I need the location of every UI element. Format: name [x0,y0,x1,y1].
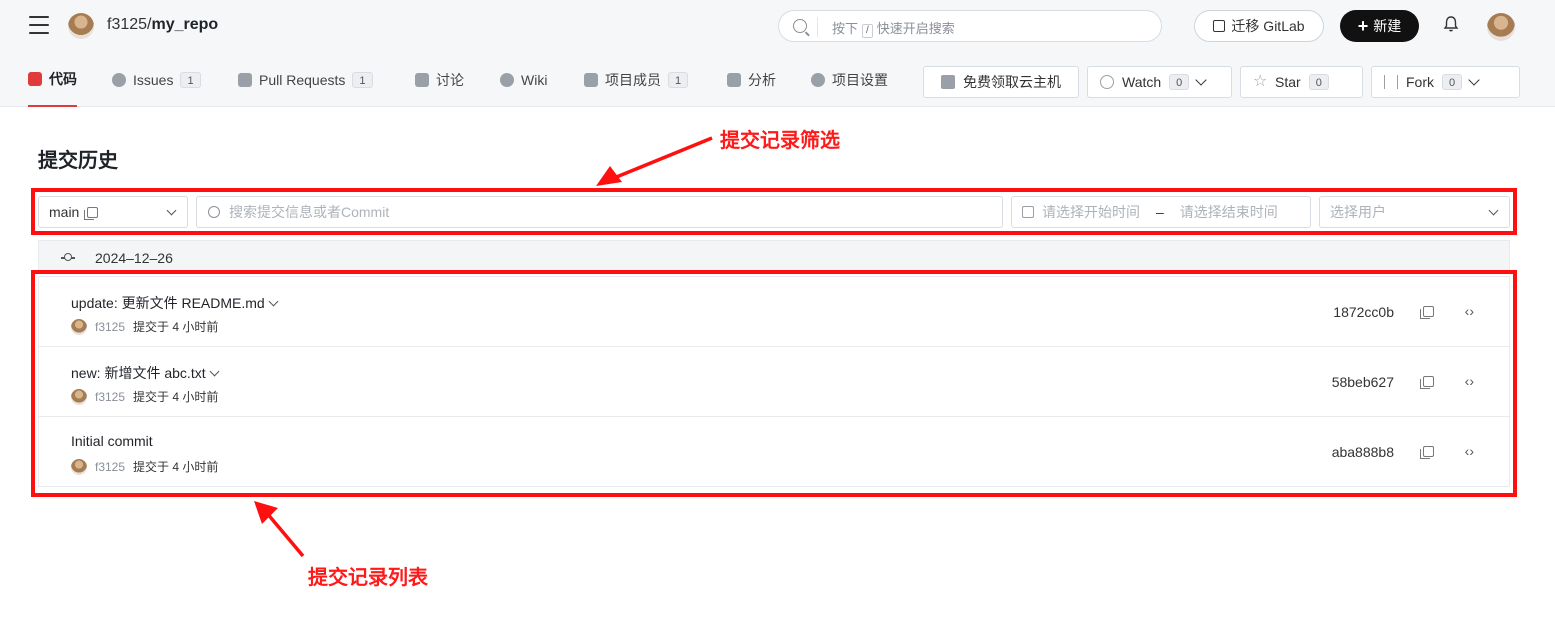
annotation-arrows [254,136,713,558]
filter-annotation: 提交记录筛选 [720,130,840,152]
list-arrow [264,510,305,558]
filter-arrow [613,136,713,180]
list-annotation: 提交记录列表 [308,567,428,589]
